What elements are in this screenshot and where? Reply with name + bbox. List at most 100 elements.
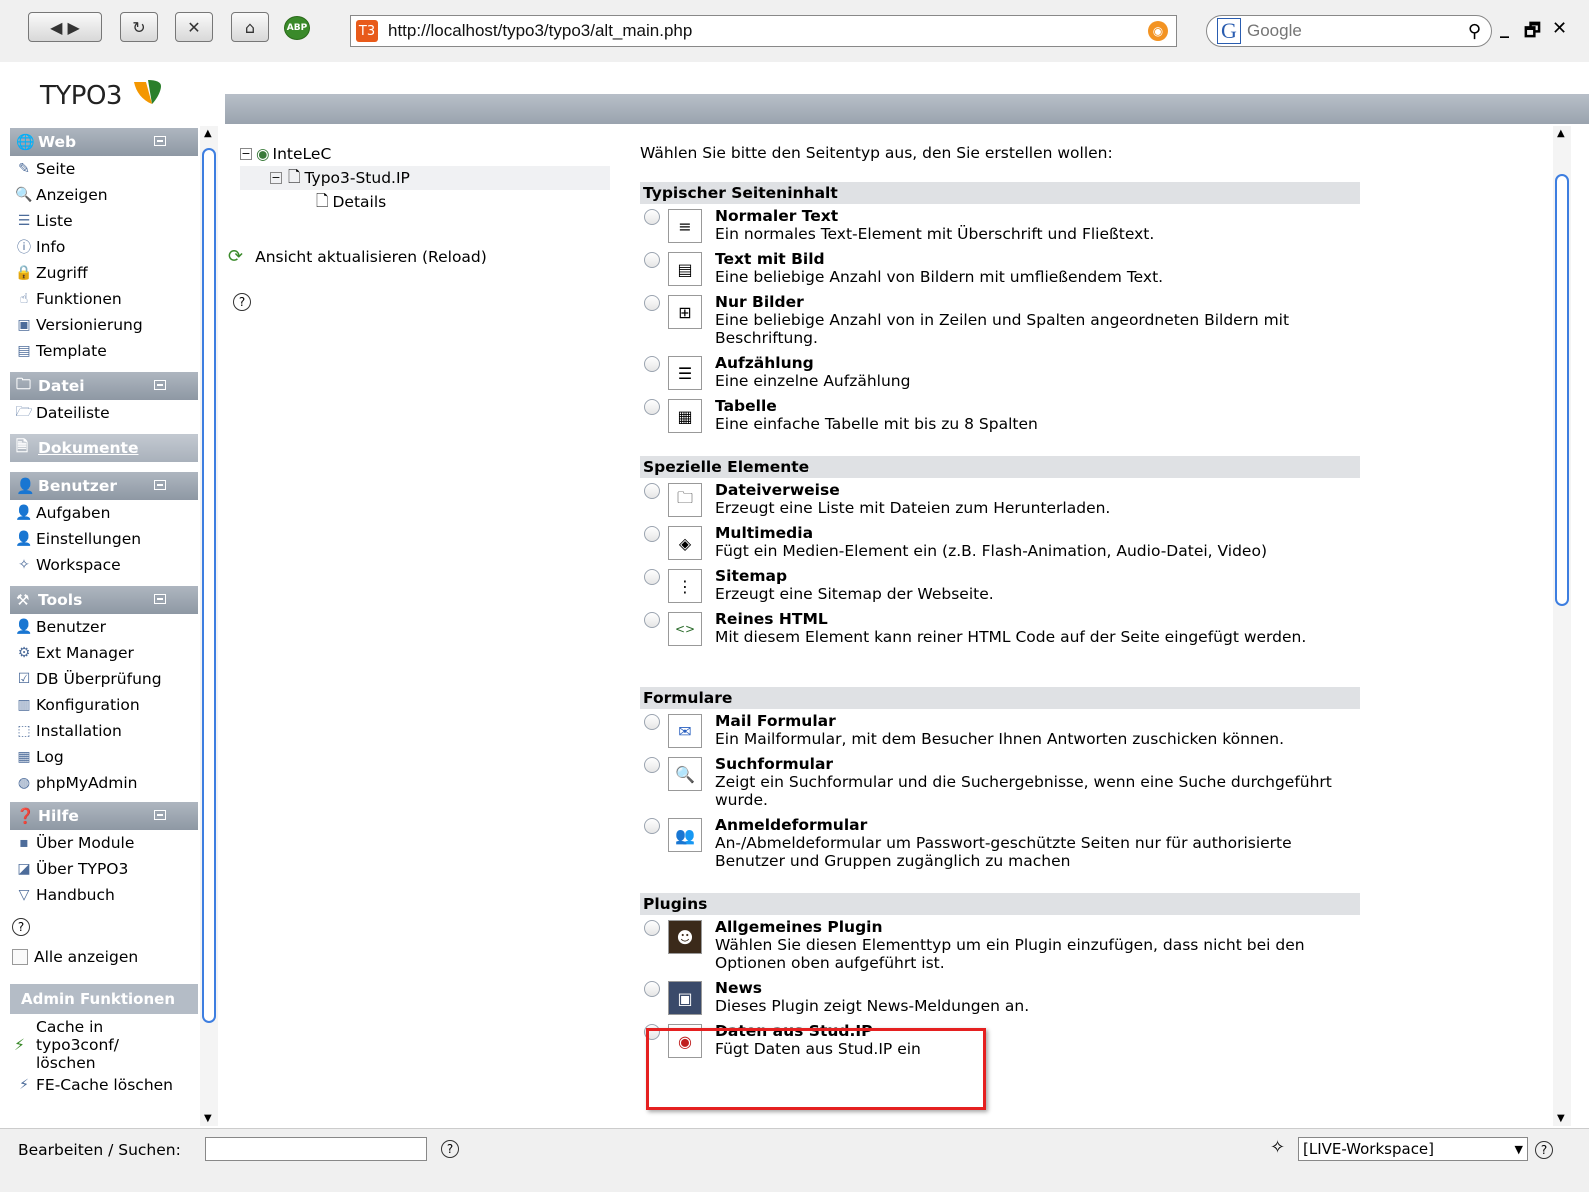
radio-button[interactable]: [644, 295, 660, 311]
adblock-icon[interactable]: ABP: [284, 16, 310, 40]
element-bullet-list[interactable]: ☰ Aufzählung Eine einzelne Aufzählung: [640, 354, 1360, 395]
collapse-icon[interactable]: [154, 380, 166, 390]
nav-item-zugriff[interactable]: 🔒 Zugriff: [10, 260, 198, 286]
nav-item-handbuch[interactable]: ▽ Handbuch: [10, 882, 198, 908]
back-forward-buttons[interactable]: ◀ ▶: [28, 12, 102, 42]
left-scrollbar[interactable]: ▲ ▼: [200, 126, 218, 1126]
clear-cache-item[interactable]: ⚡ Cache in typo3conf/ löschen: [10, 1018, 198, 1072]
nav-item-liste[interactable]: ☰ Liste: [10, 208, 198, 234]
forward-icon[interactable]: ▶: [68, 18, 80, 37]
radio-button[interactable]: [644, 526, 660, 542]
google-icon[interactable]: G: [1217, 18, 1241, 44]
home-button[interactable]: ⌂: [231, 12, 269, 42]
collapse-icon[interactable]: [154, 136, 166, 146]
workspace-help[interactable]: ?: [1535, 1140, 1553, 1159]
refresh-icon[interactable]: ⟳: [228, 246, 243, 267]
bottom-help[interactable]: ?: [441, 1139, 459, 1158]
radio-button[interactable]: [644, 612, 660, 628]
edit-search-input[interactable]: [205, 1137, 427, 1161]
tree-root[interactable]: − ◉ InteLeC: [240, 142, 610, 166]
reload-view[interactable]: ⟳ Ansicht aktualisieren (Reload): [228, 246, 487, 267]
element-text-with-image[interactable]: ▤ Text mit Bild Eine beliebige Anzahl von …: [640, 250, 1360, 291]
nav-item-funktionen[interactable]: ☝ Funktionen: [10, 286, 198, 312]
back-icon[interactable]: ◀: [50, 18, 62, 37]
element-plain-html[interactable]: <> Reines HTML Mit diesem Element kann rei…: [640, 610, 1360, 669]
radio-button[interactable]: [644, 920, 660, 936]
help-circle-icon[interactable]: ?: [441, 1140, 459, 1158]
nav-item-db-check[interactable]: ☑ DB Überprüfung: [10, 666, 198, 692]
nav-item-log[interactable]: ▦ Log: [10, 744, 198, 770]
radio-button[interactable]: [644, 818, 660, 834]
section-tools[interactable]: ⚒ Tools: [10, 586, 198, 614]
search-input[interactable]: [1245, 20, 1449, 42]
tree-help[interactable]: ?: [233, 292, 251, 311]
collapse-icon[interactable]: [154, 810, 166, 820]
nav-item-ext-manager[interactable]: ⚙ Ext Manager: [10, 640, 198, 666]
radio-button[interactable]: [644, 757, 660, 773]
search-icon[interactable]: ⚲: [1468, 21, 1481, 42]
fe-cache-item[interactable]: ⚡ FE-Cache löschen: [10, 1072, 198, 1098]
nav-item-workspace[interactable]: ✧ Workspace: [10, 552, 198, 578]
nav-item-anzeigen[interactable]: 🔍 Anzeigen: [10, 182, 198, 208]
radio-button[interactable]: [644, 209, 660, 225]
restore-icon[interactable]: 🗗: [1524, 18, 1541, 48]
scroll-up-icon[interactable]: ▲: [204, 128, 212, 139]
element-table[interactable]: ▦ Tabelle Eine einfache Tabelle mit bis zu…: [640, 397, 1360, 438]
nav-item-dateiliste[interactable]: 🗁 Dateiliste: [10, 400, 198, 426]
collapse-tree-icon[interactable]: −: [270, 172, 282, 184]
nav-item-seite[interactable]: ✎ Seite: [10, 156, 198, 182]
content-scrollbar[interactable]: ▲ ▼: [1553, 126, 1571, 1126]
radio-button[interactable]: [644, 483, 660, 499]
section-datei[interactable]: 🗀 Datei: [10, 372, 198, 400]
nav-item-konfiguration[interactable]: ▥ Konfiguration: [10, 692, 198, 718]
help-circle-icon[interactable]: ?: [12, 918, 30, 936]
stop-button[interactable]: ✕: [175, 12, 213, 42]
section-benutzer[interactable]: 👤 Benutzer: [10, 472, 198, 500]
element-images-only[interactable]: ⊞ Nur Bilder Eine beliebige Anzahl von in …: [640, 293, 1360, 352]
nav-item-aufgaben[interactable]: 👤 Aufgaben: [10, 500, 198, 526]
close-icon[interactable]: ✕: [1552, 18, 1567, 39]
nav-item-ueber-module[interactable]: ▪ Über Module: [10, 830, 198, 856]
chevron-down-icon[interactable]: ▼: [1515, 1143, 1523, 1156]
scroll-up-icon[interactable]: ▲: [1557, 128, 1565, 139]
feed-icon[interactable]: ◉: [1148, 21, 1168, 41]
show-all-checkbox[interactable]: [12, 949, 28, 965]
radio-button[interactable]: [644, 356, 660, 372]
collapse-icon[interactable]: [154, 480, 166, 490]
nav-item-installation[interactable]: ⬚ Installation: [10, 718, 198, 744]
help-circle-icon[interactable]: ?: [1535, 1141, 1553, 1159]
element-news[interactable]: ▣ News Dieses Plugin zeigt News-Meldungen …: [640, 979, 1360, 1020]
element-multimedia[interactable]: ◈ Multimedia Fügt ein Medien-Element ein (…: [640, 524, 1360, 565]
nav-help[interactable]: ?: [10, 914, 198, 940]
radio-button[interactable]: [644, 569, 660, 585]
reload-button[interactable]: ↻: [120, 12, 158, 42]
collapse-icon[interactable]: [154, 594, 166, 604]
scroll-down-icon[interactable]: ▼: [1557, 1113, 1565, 1124]
nav-item-tools-benutzer[interactable]: 👤 Benutzer: [10, 614, 198, 640]
address-bar[interactable]: T3 http://localhost/typo3/typo3/alt_main…: [350, 15, 1177, 47]
nav-item-phpmyadmin[interactable]: ◍ phpMyAdmin: [10, 770, 198, 796]
url-text[interactable]: http://localhost/typo3/typo3/alt_main.ph…: [388, 21, 1148, 41]
minimize-icon[interactable]: _: [1500, 18, 1509, 39]
help-circle-icon[interactable]: ?: [233, 293, 251, 311]
element-login-form[interactable]: 👥 Anmeldeformular An-/Abmeldeformular um P…: [640, 816, 1360, 875]
element-file-links[interactable]: 🗀 Dateiverweise Erzeugt eine Liste mit Dat…: [640, 481, 1360, 522]
element-search-form[interactable]: 🔍 Suchformular Zeigt ein Suchformular und …: [640, 755, 1360, 814]
nav-item-versionierung[interactable]: ▣ Versionierung: [10, 312, 198, 338]
element-general-plugin[interactable]: ☻ Allgemeines Plugin Wählen Sie diesen Ele…: [640, 918, 1360, 977]
element-sitemap[interactable]: ⋮ Sitemap Erzeugt eine Sitemap der Webseit…: [640, 567, 1360, 608]
nav-item-ueber-typo3[interactable]: ◪ Über TYPO3: [10, 856, 198, 882]
section-hilfe[interactable]: ❓ Hilfe: [10, 802, 198, 830]
element-mail-form[interactable]: ✉ Mail Formular Ein Mailformular, mit dem …: [640, 712, 1360, 753]
collapse-tree-icon[interactable]: −: [240, 148, 252, 160]
radio-button[interactable]: [644, 981, 660, 997]
tree-item-typo3-studip[interactable]: − 🗋 Typo3-Stud.IP: [240, 166, 610, 190]
tree-item-details[interactable]: 🗋 Details: [240, 190, 610, 214]
section-dokumente[interactable]: 🗎 Dokumente: [10, 434, 198, 462]
element-normal-text[interactable]: ≡ Normaler Text Ein normales Text-Element …: [640, 207, 1360, 248]
scroll-down-icon[interactable]: ▼: [204, 1113, 212, 1124]
section-web[interactable]: 🌐 Web: [10, 128, 198, 156]
radio-button[interactable]: [644, 252, 660, 268]
nav-item-einstellungen[interactable]: 👤 Einstellungen: [10, 526, 198, 552]
search-box[interactable]: G ⚲: [1206, 15, 1492, 47]
